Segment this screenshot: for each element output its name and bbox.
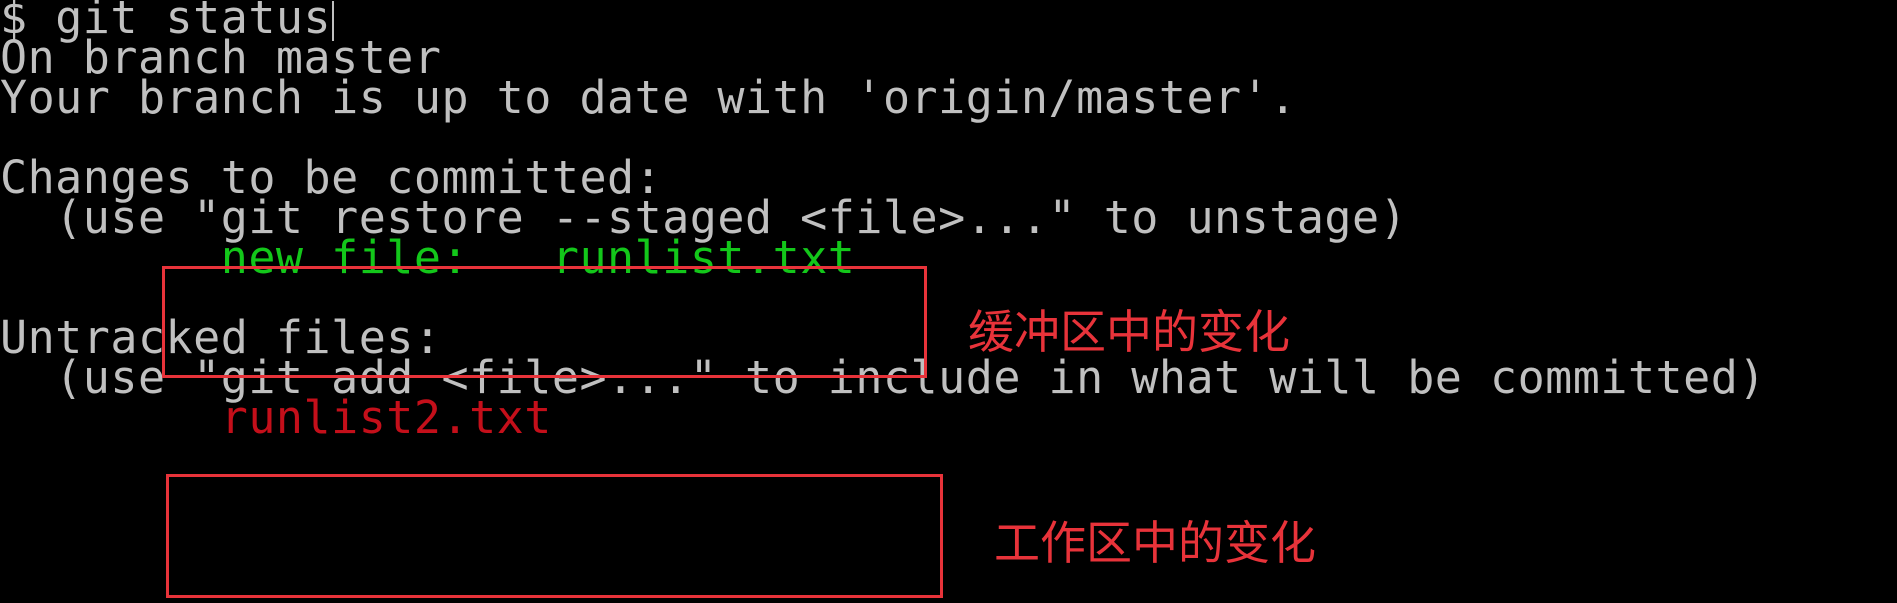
untracked-indent bbox=[0, 391, 221, 444]
untracked-file-line: runlist2.txt bbox=[0, 394, 552, 442]
up-to-date-line: Your branch is up to date with 'origin/m… bbox=[0, 71, 1297, 124]
terminal-window[interactable]: $ git status On branch master Your branc… bbox=[0, 0, 1897, 603]
untracked-annotation-box bbox=[166, 474, 943, 598]
untracked-file: runlist2.txt bbox=[220, 391, 552, 444]
untracked-annotation-label: 工作区中的变化 bbox=[994, 516, 1316, 570]
staged-annotation-label: 缓冲区中的变化 bbox=[968, 305, 1290, 359]
staged-annotation-box bbox=[162, 266, 927, 378]
